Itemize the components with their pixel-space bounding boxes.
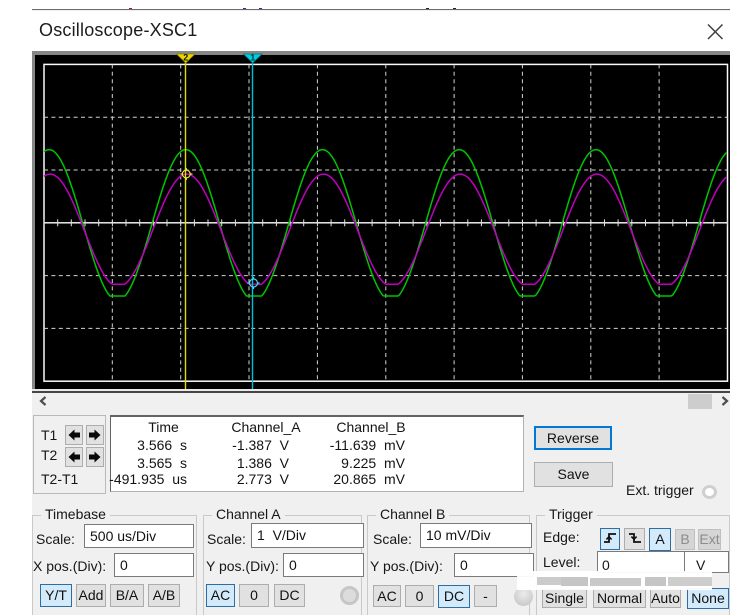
svg-text:2: 2 [183, 53, 188, 63]
svg-text:1: 1 [250, 53, 255, 63]
